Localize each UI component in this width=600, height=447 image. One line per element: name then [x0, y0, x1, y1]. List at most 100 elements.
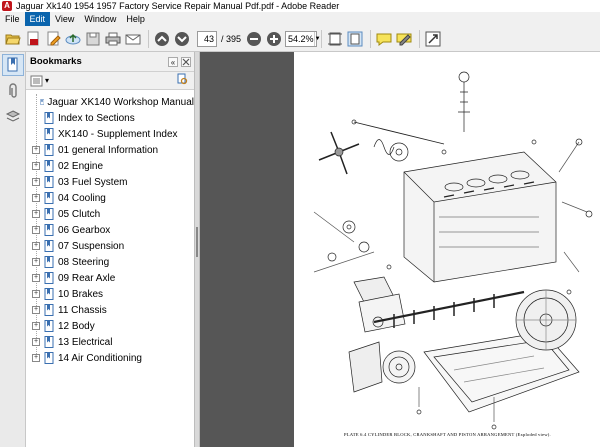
comment-button[interactable] — [375, 30, 393, 48]
expand-toggle[interactable]: + — [32, 290, 40, 298]
bookmark-label: 04 Cooling — [58, 192, 106, 204]
expand-toggle[interactable]: + — [32, 322, 40, 330]
collapse-panel-button[interactable]: « — [168, 56, 178, 67]
layers-icon — [5, 110, 21, 122]
expand-toggle[interactable]: + — [32, 210, 40, 218]
bookmark-icon — [44, 320, 54, 332]
bookmark-label: 12 Body — [58, 320, 95, 332]
sign-button[interactable] — [395, 30, 413, 48]
email-button[interactable] — [124, 30, 142, 48]
bookmark-icon — [44, 176, 54, 188]
bookmarks-panel: Bookmarks « ▾ Jaguar XK140 Workshop Manu… — [26, 52, 194, 447]
bookmark-label: 07 Suspension — [58, 240, 125, 252]
bookmark-item[interactable]: +09 Rear Axle — [26, 270, 194, 286]
bookmark-item[interactable]: +13 Electrical — [26, 334, 194, 350]
bookmark-item[interactable]: +07 Suspension — [26, 238, 194, 254]
expand-toggle[interactable]: + — [32, 274, 40, 282]
expand-toggle[interactable]: + — [32, 162, 40, 170]
bookmark-label: 11 Chassis — [58, 304, 107, 316]
fit-page-button[interactable] — [346, 30, 364, 48]
bookmark-label: 02 Engine — [58, 160, 104, 172]
attachments-panel-button[interactable] — [2, 80, 24, 102]
find-bookmark-button[interactable] — [176, 73, 188, 88]
adobe-reader-window: A Jaguar Xk140 1954 1957 Factory Service… — [0, 0, 600, 447]
expand-toggle[interactable]: + — [32, 354, 40, 362]
bookmark-item[interactable]: +08 Steering — [26, 254, 194, 270]
save-button[interactable] — [84, 30, 102, 48]
fit-page-icon — [347, 31, 363, 46]
fullscreen-icon — [425, 31, 441, 46]
bookmark-icon — [44, 240, 54, 252]
bookmark-item[interactable]: Jaguar XK140 Workshop Manual — [26, 94, 194, 110]
close-panel-button[interactable] — [181, 56, 191, 67]
create-pdf-button[interactable] — [24, 30, 42, 48]
bookmark-icon — [44, 112, 54, 124]
close-icon — [182, 58, 190, 65]
edit-icon — [47, 31, 61, 45]
comment-icon — [376, 33, 392, 46]
expand-toggle[interactable]: + — [32, 258, 40, 266]
bookmark-icon — [44, 144, 54, 156]
bookmark-icon — [44, 256, 54, 268]
edit-button[interactable] — [44, 30, 62, 48]
expand-toggle[interactable]: + — [32, 306, 40, 314]
pdf-page[interactable]: PLATE 6.4 CYLINDER BLOCK, CRANKSHAFT AND… — [294, 52, 600, 447]
zoom-level-value: 54.2% — [288, 33, 314, 44]
window-title: Jaguar Xk140 1954 1957 Factory Service R… — [16, 1, 340, 11]
bookmark-icon — [44, 336, 54, 348]
bookmark-label: XK140 - Supplement Index — [58, 128, 178, 140]
next-page-button[interactable] — [173, 30, 191, 48]
save-icon — [86, 32, 100, 45]
expand-toggle[interactable]: + — [32, 242, 40, 250]
bookmark-item[interactable]: +05 Clutch — [26, 206, 194, 222]
bookmark-label: 05 Clutch — [58, 208, 101, 220]
bookmark-item[interactable]: +04 Cooling — [26, 190, 194, 206]
menu-file[interactable]: File — [0, 12, 25, 26]
previous-page-button[interactable] — [153, 30, 171, 48]
bookmark-item[interactable]: +03 Fuel System — [26, 174, 194, 190]
zoom-level-select[interactable]: 54.2% ▼ — [285, 30, 321, 47]
expand-toggle[interactable]: + — [32, 178, 40, 186]
bookmark-item[interactable]: +06 Gearbox — [26, 222, 194, 238]
bookmark-item[interactable]: +01 general Information — [26, 142, 194, 158]
upload-icon — [65, 33, 81, 44]
menu-edit[interactable]: Edit — [24, 12, 51, 26]
zoom-out-button[interactable] — [245, 30, 263, 48]
menu-window[interactable]: Window — [79, 12, 121, 26]
print-icon — [105, 32, 121, 45]
bookmark-item[interactable]: +11 Chassis — [26, 302, 194, 318]
bookmark-options-button[interactable]: ▾ — [30, 75, 49, 87]
bookmark-icon — [44, 208, 54, 220]
expand-toggle[interactable]: + — [32, 194, 40, 202]
bookmarks-panel-button[interactable] — [2, 54, 24, 76]
page-number-input[interactable]: 43 — [197, 30, 217, 47]
fit-width-button[interactable] — [326, 30, 344, 48]
bookmark-item[interactable]: +10 Brakes — [26, 286, 194, 302]
expand-toggle[interactable]: + — [32, 338, 40, 346]
expand-toggle[interactable]: + — [32, 226, 40, 234]
menu-help[interactable]: Help — [121, 12, 150, 26]
zoom-in-button[interactable] — [265, 30, 283, 48]
bookmark-icon — [39, 99, 44, 105]
open-button[interactable] — [4, 30, 22, 48]
chevron-down-icon: ▼ — [313, 31, 321, 46]
toolbar-separator — [321, 29, 323, 48]
layers-panel-button[interactable] — [2, 106, 24, 128]
bookmark-item[interactable]: XK140 - Supplement Index — [26, 126, 194, 142]
create-pdf-icon — [27, 31, 39, 45]
document-view[interactable]: PLATE 6.4 CYLINDER BLOCK, CRANKSHAFT AND… — [200, 52, 600, 447]
bookmark-item[interactable]: +02 Engine — [26, 158, 194, 174]
title-bar: A Jaguar Xk140 1954 1957 Factory Service… — [0, 0, 600, 12]
expand-toggle[interactable]: + — [32, 146, 40, 154]
menu-view[interactable]: View — [50, 12, 79, 26]
bookmarks-title: Bookmarks — [30, 56, 82, 67]
open-icon — [5, 34, 21, 44]
bookmark-item[interactable]: Index to Sections — [26, 110, 194, 126]
print-button[interactable] — [104, 30, 122, 48]
splitter-grip[interactable] — [196, 227, 198, 257]
fullscreen-button[interactable] — [424, 30, 442, 48]
bookmark-item[interactable]: +12 Body — [26, 318, 194, 334]
bookmark-icon — [44, 304, 54, 316]
bookmark-item[interactable]: +14 Air Conditioning — [26, 350, 194, 366]
upload-button[interactable] — [64, 30, 82, 48]
